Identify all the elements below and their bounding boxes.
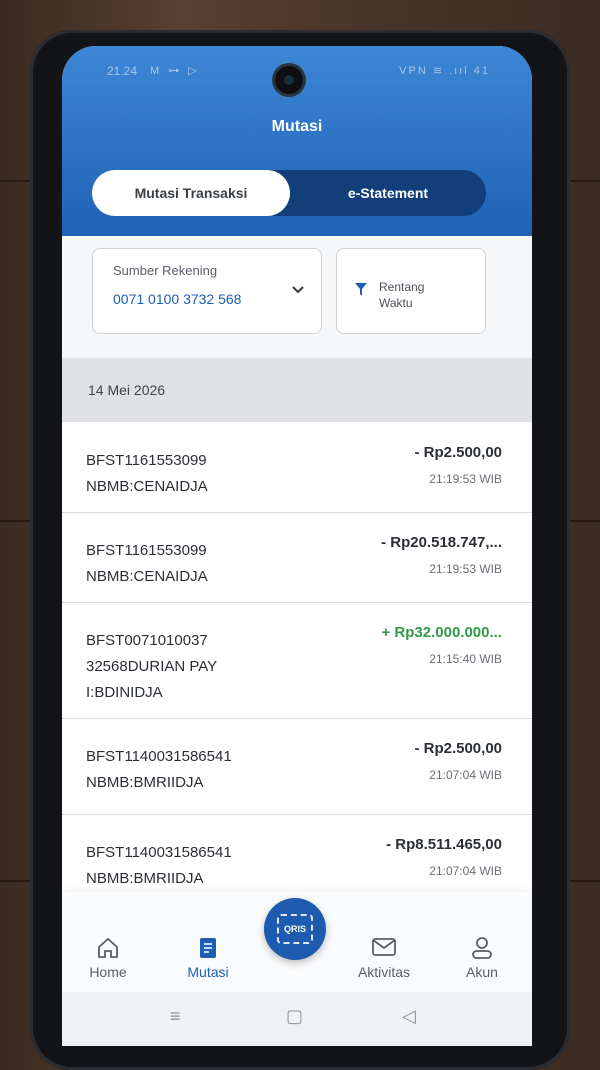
tab-e-statement[interactable]: e-Statement — [290, 170, 486, 216]
status-time: 21.24 — [107, 64, 138, 78]
nav-home[interactable]: Home — [68, 936, 148, 980]
transaction-description: BFST1140031586541 NBMB:BMRIIDJA — [86, 748, 232, 791]
tab-mutasi-transaksi[interactable]: Mutasi Transaksi — [92, 170, 290, 216]
transaction-description: BFST1140031586541 NBMB:BMRIIDJA — [86, 844, 232, 887]
home-icon — [68, 936, 148, 964]
segment-control: Mutasi Transaksi e-Statement — [92, 170, 486, 216]
date-header: 14 Mei 2026 — [62, 358, 532, 422]
transaction-row[interactable]: BFST1140031586541 NBMB:BMRIIDJA - Rp2.50… — [62, 718, 532, 815]
system-navigation-bar: ≡ ▢ ◁ — [62, 992, 532, 1046]
home-button[interactable]: ▢ — [286, 1006, 303, 1027]
screen: 21.24 M ⊶ ▷ VPN ≋ .ııl 41 Mutasi Mutasi … — [62, 46, 532, 1046]
transaction-row[interactable]: BFST1161553099 NBMB:CENAIDJA - Rp20.518.… — [62, 512, 532, 603]
nav-akun-label: Akun — [466, 964, 498, 980]
nav-mutasi-label: Mutasi — [187, 964, 229, 980]
nav-aktivitas-label: Aktivitas — [357, 964, 411, 980]
account-source-label: Sumber Rekening — [113, 263, 218, 278]
nav-aktivitas[interactable]: Aktivitas — [344, 936, 424, 980]
bottom-navigation: Home Mutasi QRIS Aktivitas Akun — [62, 892, 532, 992]
qris-icon: QRIS — [277, 914, 313, 944]
nav-mutasi[interactable]: Mutasi — [168, 936, 248, 980]
transaction-time: 21:19:53 WIB — [429, 472, 502, 486]
qris-label: QRIS — [283, 924, 306, 934]
transaction-description: BFST1161553099 NBMB:CENAIDJA — [86, 542, 208, 585]
account-source-dropdown[interactable]: Sumber Rekening 0071 0100 3732 568 — [92, 248, 322, 334]
notification-icons: M ⊶ ▷ — [150, 65, 200, 77]
account-number: 0071 0100 3732 568 — [113, 291, 242, 307]
transaction-amount: - Rp8.511.465,00 — [386, 836, 502, 853]
transaction-list: BFST1161553099 NBMB:CENAIDJA - Rp2.500,0… — [62, 422, 532, 892]
transaction-amount: + Rp32.000.000... — [381, 624, 503, 641]
transaction-row[interactable]: BFST0071010037 32568DURIAN PAY I:BDINIDJ… — [62, 602, 532, 719]
transaction-time: 21:15:40 WIB — [429, 652, 502, 666]
nav-home-label: Home — [89, 964, 127, 980]
date-header-text: 14 Mei 2026 — [88, 382, 166, 398]
user-icon — [442, 936, 522, 964]
recents-button[interactable]: ≡ — [170, 1006, 181, 1027]
back-button[interactable]: ◁ — [402, 1006, 416, 1027]
filter-icon — [355, 283, 367, 300]
transaction-time: 21:19:53 WIB — [429, 562, 502, 576]
page-title: Mutasi — [271, 118, 323, 135]
transaction-row[interactable]: BFST1161553099 NBMB:CENAIDJA - Rp2.500,0… — [62, 422, 532, 513]
transaction-amount: - Rp20.518.747,... — [381, 534, 502, 551]
chevron-down-icon — [291, 282, 305, 298]
qris-scan-button[interactable]: QRIS — [264, 898, 326, 960]
transaction-amount: - Rp2.500,00 — [414, 444, 502, 461]
app-header: 21.24 M ⊶ ▷ VPN ≋ .ııl 41 Mutasi Mutasi … — [62, 46, 532, 236]
time-range-filter-button[interactable]: Rentang Waktu — [336, 248, 486, 334]
time-range-label: Rentang Waktu — [379, 280, 425, 310]
transaction-row[interactable]: BFST1140031586541 NBMB:BMRIIDJA - Rp8.51… — [62, 814, 532, 892]
system-icons: VPN ≋ .ııl 41 — [399, 65, 490, 77]
mail-icon — [344, 936, 424, 964]
filter-row: Sumber Rekening 0071 0100 3732 568 Renta… — [62, 236, 532, 356]
receipt-icon — [168, 936, 248, 964]
transaction-time: 21:07:04 WIB — [429, 768, 502, 782]
transaction-description: BFST0071010037 32568DURIAN PAY I:BDINIDJ… — [86, 632, 217, 701]
nav-akun[interactable]: Akun — [442, 936, 522, 980]
transaction-amount: - Rp2.500,00 — [414, 740, 502, 757]
front-camera — [275, 66, 303, 94]
transaction-description: BFST1161553099 NBMB:CENAIDJA — [86, 452, 208, 495]
transaction-time: 21:07:04 WIB — [429, 864, 502, 878]
